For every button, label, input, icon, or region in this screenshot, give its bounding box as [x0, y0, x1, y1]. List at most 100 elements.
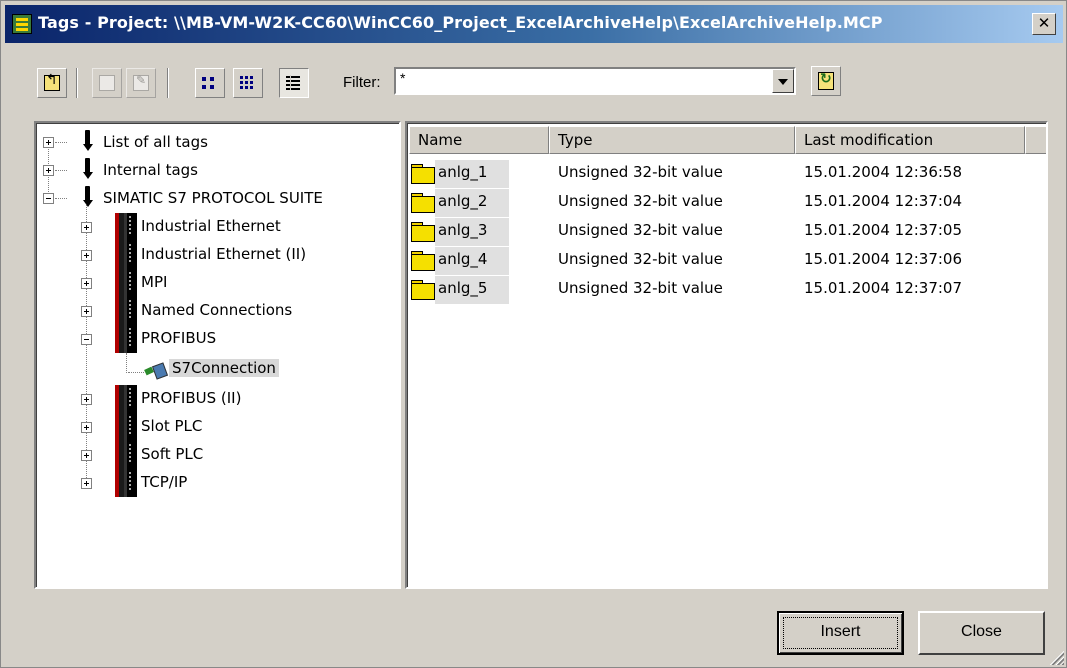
expand-icon[interactable] [81, 306, 92, 317]
tree-item-internal-tags[interactable]: Internal tags [36, 157, 396, 185]
connection-icon [144, 360, 166, 380]
table-row[interactable]: anlg_3 Unsigned 32-bit value 15.01.2004 … [407, 218, 1027, 246]
resize-grip[interactable] [1048, 649, 1064, 665]
table-row[interactable]: anlg_4 Unsigned 32-bit value 15.01.2004 … [407, 247, 1027, 275]
insert-button[interactable]: Insert [777, 611, 904, 655]
tag-modified-cell: 15.01.2004 12:37:05 [804, 221, 963, 239]
tree-item-label: MPI [141, 273, 168, 291]
tag-icon [83, 186, 93, 210]
expand-icon[interactable] [81, 278, 92, 289]
tree-item-s7connection[interactable]: S7Connection [36, 357, 396, 385]
tag-name-cell: anlg_3 [435, 218, 509, 246]
details-view-button[interactable] [279, 68, 309, 98]
tree-item-label: PROFIBUS [141, 329, 217, 347]
tag-icon [83, 158, 93, 182]
expand-icon[interactable] [81, 222, 92, 233]
tree-item-label: Industrial Ethernet (II) [141, 245, 307, 263]
tag-folder-icon [411, 164, 435, 184]
column-header-type[interactable]: Type [549, 126, 795, 154]
tree-item-named-connections[interactable]: Named Connections [36, 297, 396, 325]
window-title: Tags - Project: \\MB-VM-W2K-CC60\WinCC60… [38, 13, 883, 32]
tree-item-label: PROFIBUS (II) [141, 389, 242, 407]
expand-icon[interactable] [81, 450, 92, 461]
tag-name-cell: anlg_4 [435, 247, 509, 275]
tag-name-cell: anlg_1 [435, 160, 509, 188]
tag-modified-cell: 15.01.2004 12:37:07 [804, 279, 963, 297]
tree-item-profibus[interactable]: PROFIBUS [36, 325, 396, 353]
toolbar-separator [167, 68, 169, 98]
details-view-icon [286, 75, 302, 91]
close-button-label: Close [961, 623, 1002, 640]
tree-item-slot-plc[interactable]: Slot PLC [36, 413, 396, 441]
tree-item-industrial-ethernet-ii[interactable]: Industrial Ethernet (II) [36, 241, 396, 269]
table-row[interactable]: anlg_1 Unsigned 32-bit value 15.01.2004 … [407, 160, 1027, 188]
expand-icon[interactable] [81, 478, 92, 489]
table-row[interactable]: anlg_5 Unsigned 32-bit value 15.01.2004 … [407, 276, 1027, 304]
filter-combobox[interactable]: * [394, 67, 796, 95]
tree-item-profibus-ii[interactable]: PROFIBUS (II) [36, 385, 396, 413]
tag-type-cell: Unsigned 32-bit value [558, 221, 723, 239]
tree-item-soft-plc[interactable]: Soft PLC [36, 441, 396, 469]
column-header-last-modification[interactable]: Last modification [795, 126, 1025, 154]
tag-tree-pane[interactable]: List of all tags Internal tags SIMATIC S… [34, 121, 401, 589]
list-view-button[interactable] [233, 68, 263, 98]
toolbar-separator [76, 68, 78, 98]
collapse-icon[interactable] [43, 193, 54, 204]
tree-item-industrial-ethernet[interactable]: Industrial Ethernet [36, 213, 396, 241]
table-row[interactable]: anlg_2 Unsigned 32-bit value 15.01.2004 … [407, 189, 1027, 217]
tree-connector [55, 142, 67, 143]
edit-tag-button[interactable] [126, 68, 156, 98]
chevron-down-icon[interactable] [772, 69, 794, 93]
tag-icon [83, 130, 93, 154]
close-button[interactable]: Close [918, 611, 1045, 655]
title-bar[interactable]: Tags - Project: \\MB-VM-W2K-CC60\WinCC60… [5, 5, 1063, 43]
driver-icon [115, 325, 137, 353]
expand-icon[interactable] [81, 394, 92, 405]
tag-folder-icon [411, 280, 435, 300]
expand-icon[interactable] [81, 422, 92, 433]
edit-icon [133, 73, 149, 91]
new-tag-button[interactable] [92, 68, 122, 98]
small-icons-icon [240, 75, 256, 91]
tree-item-mpi[interactable]: MPI [36, 269, 396, 297]
tree-item-tcp-ip[interactable]: TCP/IP [36, 469, 396, 497]
driver-icon [115, 241, 137, 269]
tree-item-label: Internal tags [103, 161, 198, 179]
tree-item-label: Named Connections [141, 301, 293, 319]
tag-modified-cell: 15.01.2004 12:37:04 [804, 192, 963, 210]
column-header-name[interactable]: Name [409, 126, 549, 154]
tree-item-label: Slot PLC [141, 417, 203, 435]
tag-list-pane[interactable]: Name Type Last modification anlg_1 Unsig… [405, 121, 1048, 589]
tags-app-icon [12, 14, 32, 34]
driver-icon [115, 385, 137, 413]
tag-folder-icon [411, 222, 435, 242]
tree-item-label: S7Connection [169, 359, 279, 377]
tag-name-cell: anlg_2 [435, 189, 509, 217]
expand-icon[interactable] [81, 250, 92, 261]
tree-item-simatic-s7-protocol-suite[interactable]: SIMATIC S7 PROTOCOL SUITE [36, 185, 396, 213]
refresh-button[interactable] [811, 66, 841, 96]
tag-name-cell: anlg_5 [435, 276, 509, 304]
tree-connector [55, 198, 67, 199]
driver-icon [115, 213, 137, 241]
tree-item-label: List of all tags [103, 133, 208, 151]
tags-dialog: Tags - Project: \\MB-VM-W2K-CC60\WinCC60… [0, 0, 1067, 668]
large-icons-icon [202, 75, 218, 91]
tag-folder-icon [411, 251, 435, 271]
up-one-level-button[interactable] [37, 68, 67, 98]
driver-icon [115, 469, 137, 497]
large-icons-view-button[interactable] [195, 68, 225, 98]
driver-icon [115, 413, 137, 441]
refresh-icon [818, 71, 834, 90]
driver-icon [115, 269, 137, 297]
tag-type-cell: Unsigned 32-bit value [558, 163, 723, 181]
tag-type-cell: Unsigned 32-bit value [558, 192, 723, 210]
tree-item-list-of-all-tags[interactable]: List of all tags [36, 129, 396, 157]
expand-icon[interactable] [43, 165, 54, 176]
close-window-button[interactable]: ✕ [1032, 13, 1056, 35]
focus-rectangle [783, 617, 898, 649]
expand-icon[interactable] [43, 137, 54, 148]
filter-value[interactable]: * [400, 70, 405, 86]
collapse-icon[interactable] [81, 334, 92, 345]
tree-item-label: SIMATIC S7 PROTOCOL SUITE [103, 189, 323, 207]
